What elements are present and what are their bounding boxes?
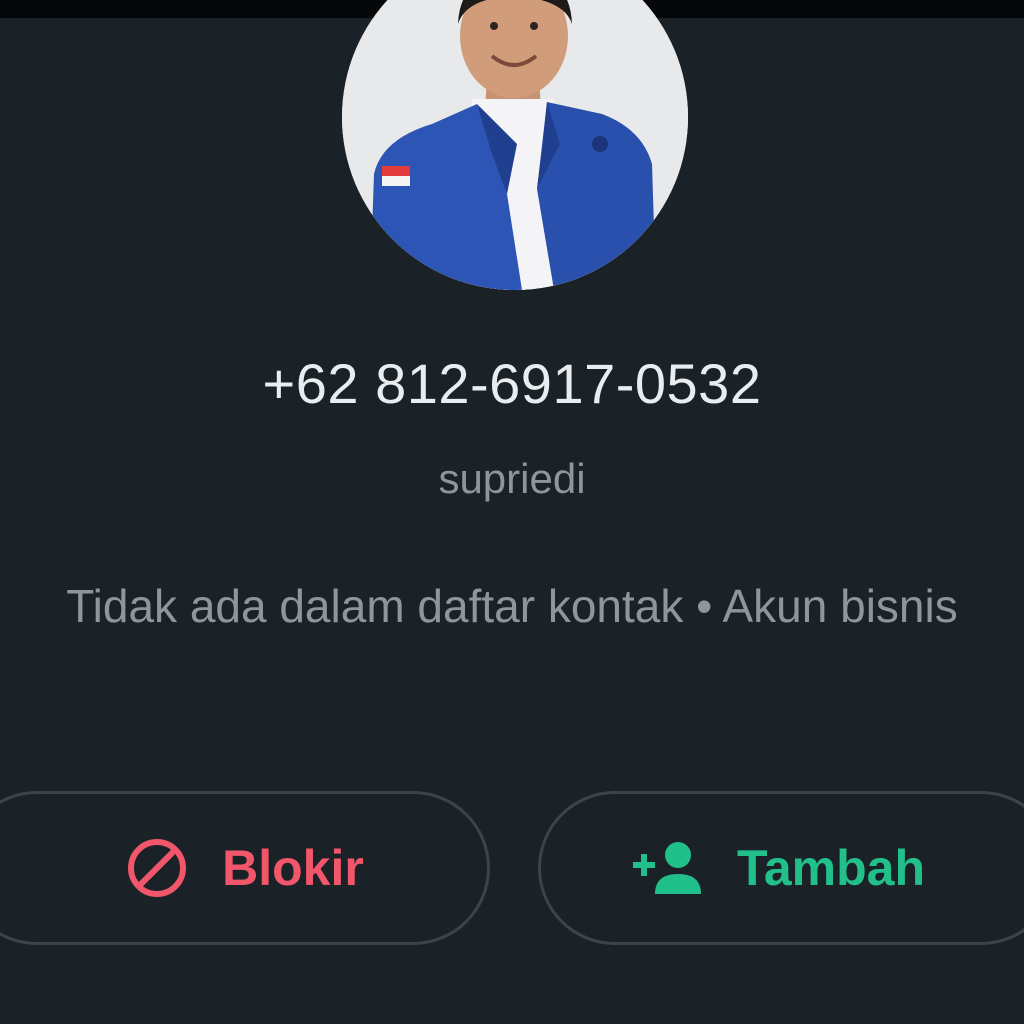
profile-photo-image: [342, 0, 688, 290]
add-contact-button[interactable]: Tambah: [538, 791, 1024, 945]
contact-info-screen: +62 812-6917-0532 supriedi Tidak ada dal…: [0, 0, 1024, 1024]
contact-username: supriedi: [438, 455, 586, 502]
block-button-label: Blokir: [222, 840, 364, 896]
contact-status: Tidak ada dalam daftar kontak • Akun bis…: [66, 580, 958, 632]
add-contact-icon: [631, 840, 703, 896]
block-button[interactable]: Blokir: [0, 791, 490, 945]
add-contact-button-label: Tambah: [737, 840, 925, 896]
block-icon: [126, 837, 188, 899]
profile-photo[interactable]: [342, 0, 688, 290]
contact-phone-number: +62 812-6917-0532: [262, 352, 762, 415]
